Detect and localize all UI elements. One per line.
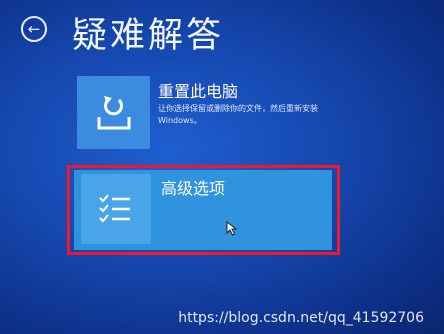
page-title: 疑难解答 bbox=[72, 16, 225, 56]
reset-pc-icon bbox=[97, 95, 130, 129]
mouse-cursor-icon bbox=[226, 221, 238, 236]
reset-pc-title: 重置此电脑 bbox=[158, 82, 239, 101]
watermark: https://blog.csdn.net/qq_41592706 bbox=[178, 310, 424, 326]
back-button[interactable]: ← bbox=[21, 16, 47, 42]
advanced-options-option[interactable]: 高级选项 bbox=[74, 170, 332, 250]
advanced-options-title: 高级选项 bbox=[161, 179, 226, 198]
reset-pc-description: 让你选择保留或删除你的文件，然后重新安装 Windows。 bbox=[158, 104, 318, 125]
reset-pc-tile bbox=[77, 76, 150, 149]
back-arrow-icon: ← bbox=[27, 19, 41, 38]
advanced-options-tile bbox=[81, 174, 151, 244]
reset-pc-option[interactable]: 重置此电脑 让你选择保留或删除你的文件，然后重新安装 Windows。 bbox=[77, 76, 342, 154]
checklist-icon bbox=[99, 194, 130, 223]
